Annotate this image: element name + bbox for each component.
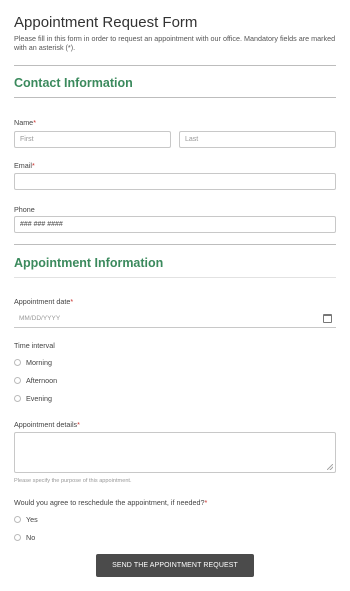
last-name-input[interactable]: Last <box>179 131 336 148</box>
radio-no[interactable]: No <box>14 533 35 542</box>
radio-label: Evening <box>26 394 52 403</box>
name-label: Name* <box>14 118 36 127</box>
radio-button[interactable] <box>14 377 21 384</box>
divider <box>14 277 336 278</box>
required-marker: * <box>70 297 74 306</box>
radio-afternoon[interactable]: Afternoon <box>14 376 57 385</box>
radio-button[interactable] <box>14 516 21 523</box>
appointment-date-label: Appointment date* <box>14 297 73 306</box>
radio-button[interactable] <box>14 534 21 541</box>
form-description: Please fill in this form in order to req… <box>14 34 336 52</box>
first-name-input[interactable]: First <box>14 131 171 148</box>
radio-button[interactable] <box>14 395 21 402</box>
divider <box>14 65 336 66</box>
phone-label: Phone <box>14 205 35 214</box>
appointment-date-input[interactable]: MM/DD/YYYY <box>14 311 336 328</box>
calendar-icon[interactable] <box>323 314 332 323</box>
divider <box>14 244 336 245</box>
resize-handle-icon[interactable] <box>327 464 333 470</box>
radio-button[interactable] <box>14 359 21 366</box>
contact-section-title: Contact Information <box>14 76 133 90</box>
radio-label: Morning <box>26 358 52 367</box>
reschedule-label: Would you agree to reschedule the appoin… <box>14 498 207 507</box>
email-label-text: Email <box>14 161 32 170</box>
radio-morning[interactable]: Morning <box>14 358 52 367</box>
details-hint: Please specify the purpose of this appoi… <box>14 478 132 484</box>
time-interval-label: Time interval <box>14 341 55 350</box>
required-marker: * <box>31 161 35 170</box>
radio-evening[interactable]: Evening <box>14 394 52 403</box>
email-label: Email* <box>14 161 35 170</box>
email-input[interactable] <box>14 173 336 190</box>
reschedule-label-text: Would you agree to reschedule the appoin… <box>14 498 205 507</box>
appointment-details-label: Appointment details* <box>14 420 80 429</box>
form-title: Appointment Request Form <box>14 14 198 31</box>
phone-input[interactable]: ### ### #### <box>14 216 336 233</box>
appointment-section-title: Appointment Information <box>14 256 164 270</box>
radio-yes[interactable]: Yes <box>14 515 38 524</box>
appointment-details-label-text: Appointment details <box>14 420 78 429</box>
required-marker: * <box>77 420 80 429</box>
date-placeholder: MM/DD/YYYY <box>19 315 61 322</box>
radio-label: Afternoon <box>26 376 58 385</box>
divider <box>14 97 336 98</box>
required-marker: * <box>204 498 208 507</box>
appointment-date-label-text: Appointment date <box>14 297 71 306</box>
radio-label: Yes <box>26 515 38 524</box>
appointment-details-textarea[interactable] <box>14 432 336 473</box>
name-label-text: Name <box>14 118 34 127</box>
required-marker: * <box>33 118 36 127</box>
send-request-button[interactable]: SEND THE APPOINTMENT REQUEST <box>96 554 254 577</box>
radio-label: No <box>26 533 36 542</box>
